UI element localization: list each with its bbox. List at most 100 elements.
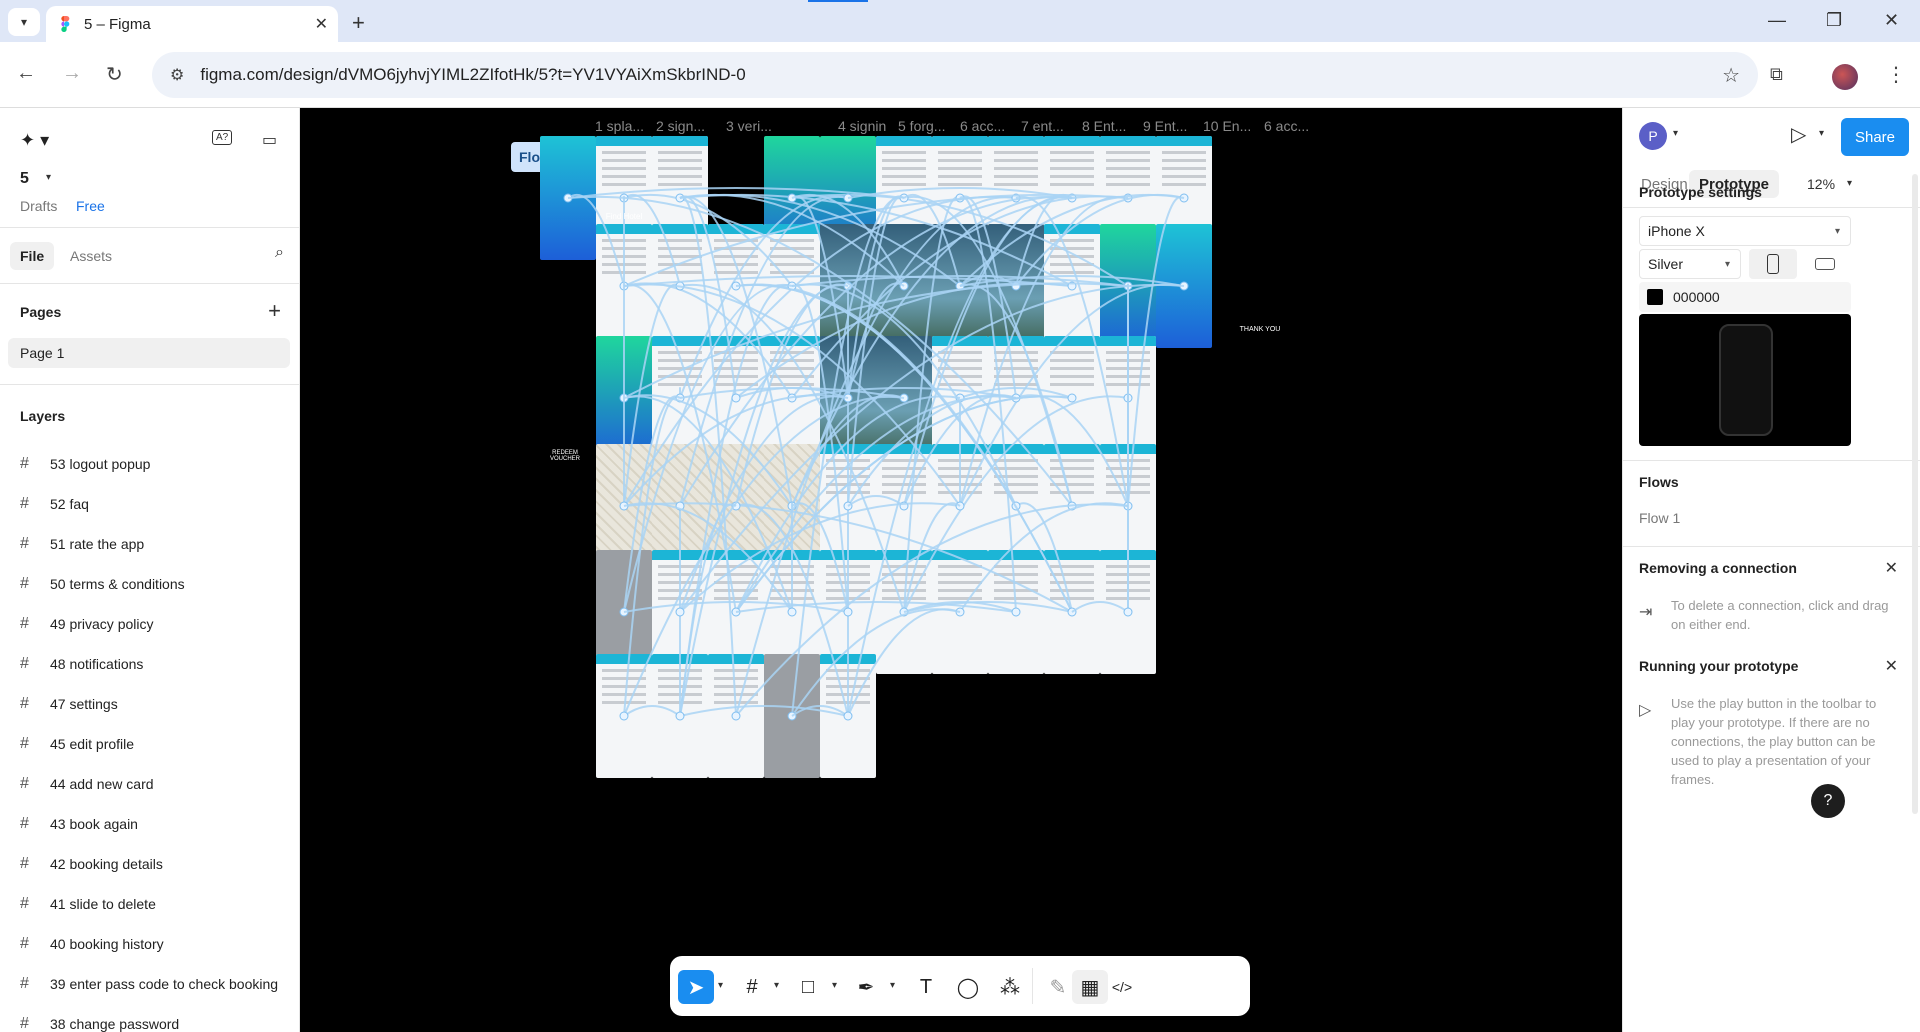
zoom-level[interactable]: 12% [1807, 176, 1835, 192]
drafts-link[interactable]: Drafts [20, 198, 57, 214]
browser-menu-icon[interactable]: ⋮ [1886, 62, 1906, 87]
extensions-icon[interactable]: ⧉ [1770, 64, 1783, 85]
background-color-field[interactable]: 000000 [1639, 282, 1851, 312]
present-chevron-icon[interactable]: ▾ [1819, 128, 1824, 139]
canvas[interactable]: Flow 1 1 spla... 2 sign... 3 veri... 4 s… [300, 108, 1622, 1032]
connection-node[interactable] [619, 711, 629, 721]
tab-assets[interactable]: Assets [60, 242, 122, 270]
connection-line[interactable] [959, 195, 1129, 507]
avatar-chevron-icon[interactable]: ▾ [1673, 128, 1678, 139]
move-tool-chevron-icon[interactable]: ▾ [718, 980, 723, 991]
minimize-icon[interactable]: — [1768, 10, 1786, 31]
connection-node[interactable] [675, 711, 685, 721]
connection-node[interactable] [787, 607, 797, 617]
comment-tool-icon[interactable]: ◯ [950, 970, 986, 1004]
design-mode-icon[interactable]: ▦ [1072, 970, 1108, 1004]
file-name[interactable]: 5 [20, 170, 29, 188]
toggle-sidebar-icon[interactable]: ▭ [262, 130, 277, 150]
frame-tool-icon[interactable]: # [734, 970, 770, 1004]
new-tab-icon[interactable]: + [352, 10, 365, 36]
bookmark-star-icon[interactable]: ☆ [1722, 63, 1740, 88]
restore-icon[interactable]: ❐ [1826, 10, 1842, 31]
layer-item[interactable]: #43 book again [20, 804, 299, 844]
connection-line[interactable] [679, 196, 737, 717]
connection-line[interactable] [623, 705, 681, 717]
connection-line[interactable] [1015, 193, 1185, 287]
search-icon[interactable]: ⌕ [275, 244, 284, 262]
plan-badge[interactable]: Free [76, 198, 105, 214]
connection-node[interactable] [1123, 607, 1133, 617]
connection-node[interactable] [731, 711, 741, 721]
layer-item[interactable]: #52 faq [20, 484, 299, 524]
draw-mode-icon[interactable]: ✎ [1040, 970, 1076, 1004]
layer-item[interactable]: #44 add new card [20, 764, 299, 804]
layer-item[interactable]: #53 logout popup [20, 444, 299, 484]
connection-node[interactable] [731, 393, 741, 403]
connection-node[interactable] [843, 711, 853, 721]
add-page-icon[interactable]: + [268, 298, 281, 324]
connection-line[interactable] [847, 608, 961, 717]
portrait-orientation-button[interactable] [1749, 249, 1797, 279]
layer-item[interactable]: #40 booking history [20, 924, 299, 964]
connection-line[interactable] [679, 195, 793, 507]
close-tip-icon[interactable]: ✕ [1885, 558, 1898, 578]
connection-node[interactable] [675, 607, 685, 617]
ui-font-size-icon[interactable]: A? [212, 130, 233, 145]
address-bar[interactable]: ⚙ figma.com/design/dVMO6jyhvjYIML2ZIfotH… [152, 52, 1758, 98]
frame-tool-chevron-icon[interactable]: ▾ [774, 980, 779, 991]
page-item-page-1[interactable]: Page 1 [8, 338, 290, 368]
layer-item[interactable]: #41 slide to delete [20, 884, 299, 924]
landscape-orientation-button[interactable] [1801, 249, 1849, 279]
pen-tool-icon[interactable]: ✒ [848, 970, 884, 1004]
browser-tab[interactable]: 5 – Figma ✕ [46, 6, 338, 42]
layer-item[interactable]: #47 settings [20, 684, 299, 724]
main-menu-icon[interactable]: ✦ ▾ [20, 130, 49, 151]
forward-icon[interactable]: → [62, 62, 82, 85]
connection-line[interactable] [679, 284, 793, 717]
close-tip-icon[interactable]: ✕ [1885, 656, 1898, 676]
layer-item[interactable]: #49 privacy policy [20, 604, 299, 644]
user-avatar[interactable]: P [1639, 122, 1667, 150]
connection-line[interactable] [679, 705, 849, 717]
file-menu-chevron-icon[interactable]: ▾ [46, 172, 51, 183]
browser-profile-avatar[interactable] [1832, 64, 1858, 90]
connection-line[interactable] [791, 195, 1129, 399]
connection-line[interactable] [679, 284, 849, 717]
pen-tool-chevron-icon[interactable]: ▾ [890, 980, 895, 991]
tab-close-icon[interactable]: ✕ [315, 14, 328, 34]
connection-line[interactable] [623, 193, 681, 287]
text-tool-icon[interactable]: T [908, 970, 944, 1004]
tab-file[interactable]: File [10, 242, 55, 270]
connection-node[interactable] [1067, 393, 1077, 403]
rectangle-tool-icon[interactable]: □ [790, 970, 826, 1004]
dev-mode-icon[interactable]: </> [1104, 970, 1140, 1004]
connection-line[interactable] [1015, 195, 1129, 507]
connection-node[interactable] [1011, 607, 1021, 617]
site-info-icon[interactable]: ⚙ [170, 65, 184, 85]
connection-line[interactable] [959, 193, 1185, 287]
connection-line[interactable] [1127, 195, 1185, 507]
move-tool-icon[interactable]: ➤ [678, 970, 714, 1004]
flow-list-item[interactable]: Flow 1 [1639, 510, 1680, 526]
scrollbar[interactable] [1912, 174, 1918, 814]
connection-line[interactable] [847, 195, 905, 399]
connection-node[interactable] [843, 607, 853, 617]
layer-item[interactable]: #38 change password [20, 1004, 299, 1032]
connection-line[interactable] [567, 193, 625, 287]
present-play-icon[interactable]: ▷ [1791, 122, 1806, 147]
back-icon[interactable]: ← [16, 62, 36, 85]
layer-item[interactable]: #51 rate the app [20, 524, 299, 564]
help-button[interactable]: ? [1811, 784, 1845, 818]
layer-item[interactable]: #42 booking details [20, 844, 299, 884]
zoom-chevron-icon[interactable]: ▾ [1847, 178, 1852, 189]
layer-item[interactable]: #50 terms & conditions [20, 564, 299, 604]
layer-item[interactable]: #39 enter pass code to check booking [20, 964, 299, 1004]
layer-item[interactable]: #45 edit profile [20, 724, 299, 764]
actions-icon[interactable]: ⁂ [992, 970, 1028, 1004]
layer-item[interactable]: #48 notifications [20, 644, 299, 684]
device-color-dropdown[interactable]: Silver ▾ [1639, 249, 1741, 279]
share-button[interactable]: Share [1841, 118, 1909, 156]
connection-line[interactable] [1071, 601, 1129, 613]
color-swatch[interactable] [1647, 289, 1663, 305]
device-dropdown[interactable]: iPhone X ▾ [1639, 216, 1851, 246]
